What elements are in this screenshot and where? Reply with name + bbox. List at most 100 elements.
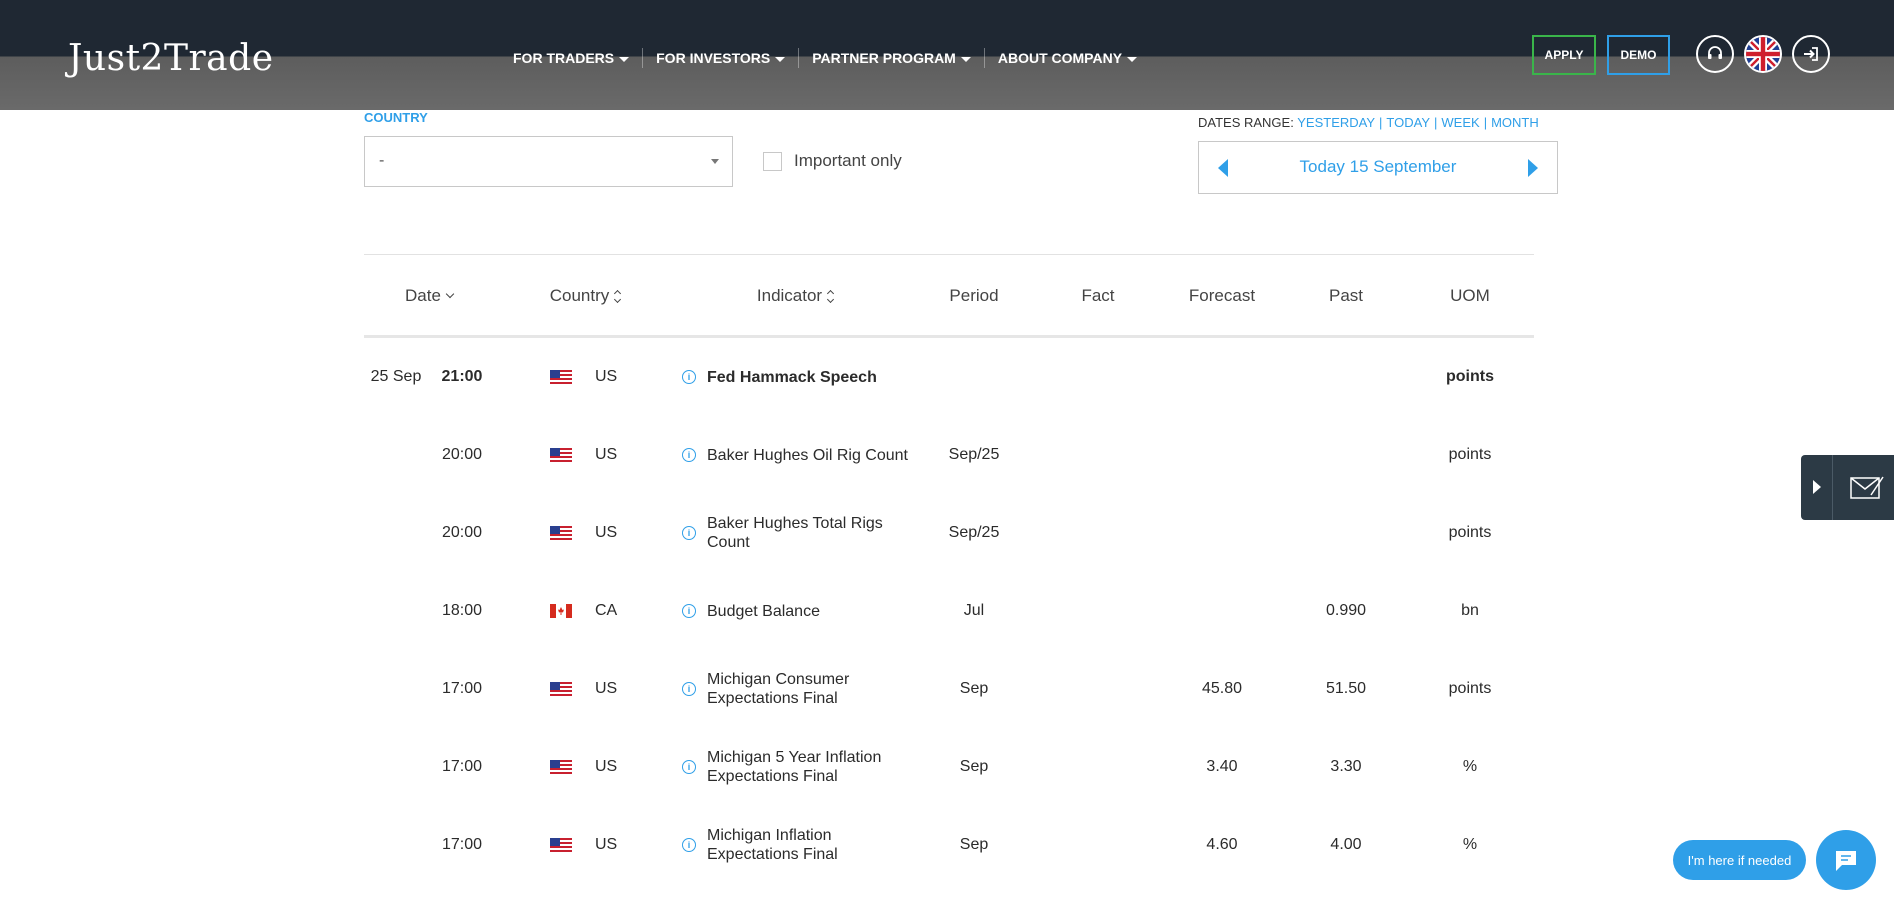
row-time: 18:00	[441, 602, 483, 619]
envelope-icon	[1850, 476, 1884, 499]
apply-button[interactable]: APPLY	[1532, 35, 1596, 75]
chevron-down-icon	[775, 56, 786, 62]
header-country[interactable]: Country	[520, 286, 650, 306]
login-button[interactable]	[1792, 35, 1830, 73]
nav-for-investors[interactable]: FOR INVESTORS	[642, 48, 798, 68]
row-fact	[1048, 494, 1148, 572]
row-forecast	[1172, 572, 1272, 650]
row-country: US	[595, 446, 618, 463]
row-day	[364, 650, 428, 728]
range-week-link[interactable]: WEEK	[1441, 115, 1479, 130]
nav-for-traders[interactable]: FOR TRADERS	[500, 48, 642, 68]
info-icon[interactable]: i	[682, 526, 696, 540]
row-period: Sep/25	[948, 446, 1000, 463]
header-uom: UOM	[1450, 286, 1490, 305]
row-forecast	[1172, 416, 1272, 494]
ca-flag-icon	[550, 572, 574, 650]
row-indicator[interactable]: Budget Balance	[707, 572, 917, 650]
next-date-arrow-icon[interactable]	[1528, 159, 1538, 177]
header-fact: Fact	[1081, 286, 1115, 305]
row-period: Sep/25	[948, 524, 1000, 541]
header-past: Past	[1328, 286, 1364, 305]
row-indicator[interactable]: Michigan Inflation Expectations Final	[707, 806, 917, 884]
row-period: Sep	[959, 680, 989, 697]
current-date: Today 15 September	[1299, 157, 1457, 176]
row-forecast: 4.60	[1206, 836, 1238, 853]
important-only-label[interactable]: Important only	[794, 151, 902, 171]
row-day	[364, 806, 428, 884]
row-indicator[interactable]: Baker Hughes Total Rigs Count	[707, 494, 917, 572]
info-icon-wrap[interactable]: i	[682, 806, 698, 884]
chat-prompt-bubble[interactable]: I'm here if needed	[1673, 840, 1806, 880]
info-icon[interactable]: i	[682, 838, 696, 852]
info-icon-wrap[interactable]: i	[682, 494, 698, 572]
row-past: 4.00	[1330, 836, 1362, 853]
important-only-checkbox[interactable]	[763, 152, 782, 171]
table-row[interactable]: 17:00 US i Michigan 5 Year Inflation Expect…	[364, 728, 1534, 806]
row-fact	[1048, 572, 1148, 650]
chevron-down-icon	[960, 56, 971, 62]
site-logo[interactable]: Just2Trade	[68, 38, 274, 79]
row-indicator[interactable]: Fed Hammack Speech	[707, 338, 917, 416]
row-uom: points	[1448, 446, 1492, 463]
range-today-link[interactable]: TODAY	[1386, 115, 1430, 130]
info-icon[interactable]: i	[682, 370, 696, 384]
expand-arrow-icon[interactable]	[1813, 480, 1821, 494]
info-icon-wrap[interactable]: i	[682, 572, 698, 650]
row-forecast	[1172, 494, 1272, 572]
range-month-link[interactable]: MONTH	[1491, 115, 1539, 130]
support-button[interactable]	[1696, 35, 1734, 73]
row-time: 17:00	[441, 680, 483, 697]
row-past: 51.50	[1325, 680, 1367, 697]
row-past: 0.990	[1325, 602, 1367, 619]
row-country: US	[595, 836, 618, 853]
language-button[interactable]	[1744, 35, 1782, 73]
nav-about-company[interactable]: ABOUT COMPANY	[983, 48, 1150, 68]
row-past	[1296, 416, 1396, 494]
nav-partner-program[interactable]: PARTNER PROGRAM	[798, 48, 984, 68]
info-icon[interactable]: i	[682, 682, 696, 696]
info-icon[interactable]: i	[682, 448, 696, 462]
sort-down-icon	[445, 289, 455, 299]
row-fact	[1048, 416, 1148, 494]
header-date[interactable]: Date	[364, 286, 494, 306]
table-row[interactable]: 18:00 CA i Budget Balance Jul 0.990 bn	[364, 572, 1534, 650]
header-indicator[interactable]: Indicator	[710, 286, 880, 306]
subscribe-side-tab[interactable]	[1801, 455, 1894, 520]
range-yesterday-link[interactable]: YESTERDAY	[1297, 115, 1375, 130]
info-icon[interactable]: i	[682, 604, 696, 618]
chat-button[interactable]	[1816, 830, 1876, 890]
row-past: 3.30	[1330, 758, 1362, 775]
table-row[interactable]: 25 Sep 21:00 US i Fed Hammack Speech points	[364, 338, 1534, 416]
chevron-down-icon	[1127, 56, 1138, 62]
table-row[interactable]: 20:00 US i Baker Hughes Oil Rig Count Sep/25…	[364, 416, 1534, 494]
demo-button[interactable]: DEMO	[1607, 35, 1670, 75]
row-time: 17:00	[441, 758, 483, 775]
row-indicator[interactable]: Michigan Consumer Expectations Final	[707, 650, 917, 728]
info-icon-wrap[interactable]: i	[682, 338, 698, 416]
country-filter-label: COUNTRY	[364, 110, 428, 125]
country-select[interactable]: -	[364, 136, 733, 187]
country-select-value: -	[379, 152, 385, 169]
login-icon	[1804, 47, 1818, 61]
info-icon-wrap[interactable]: i	[682, 416, 698, 494]
table-row[interactable]: 17:00 US i Michigan Inflation Expectations …	[364, 806, 1534, 884]
row-time: 21:00	[441, 368, 483, 385]
info-icon-wrap[interactable]: i	[682, 728, 698, 806]
row-indicator[interactable]: Baker Hughes Oil Rig Count	[707, 416, 917, 494]
row-time: 20:00	[441, 446, 483, 463]
row-indicator[interactable]: Michigan 5 Year Inflation Expectations F…	[707, 728, 917, 806]
sort-icon	[614, 289, 622, 303]
table-row[interactable]: 17:00 US i Michigan Consumer Expectations F…	[364, 650, 1534, 728]
main-nav: FOR TRADERS FOR INVESTORS PARTNER PROGRA…	[500, 48, 1150, 68]
dropdown-arrow-icon	[711, 159, 719, 164]
header-period: Period	[949, 286, 999, 305]
row-period: Sep	[959, 758, 989, 775]
header-forecast: Forecast	[1188, 286, 1256, 305]
info-icon[interactable]: i	[682, 760, 696, 774]
info-icon-wrap[interactable]: i	[682, 650, 698, 728]
us-flag-icon	[550, 806, 574, 884]
table-row[interactable]: 20:00 US i Baker Hughes Total Rigs Count Sep…	[364, 494, 1534, 572]
chat-icon	[1836, 851, 1856, 871]
uk-flag-icon	[1746, 37, 1780, 71]
